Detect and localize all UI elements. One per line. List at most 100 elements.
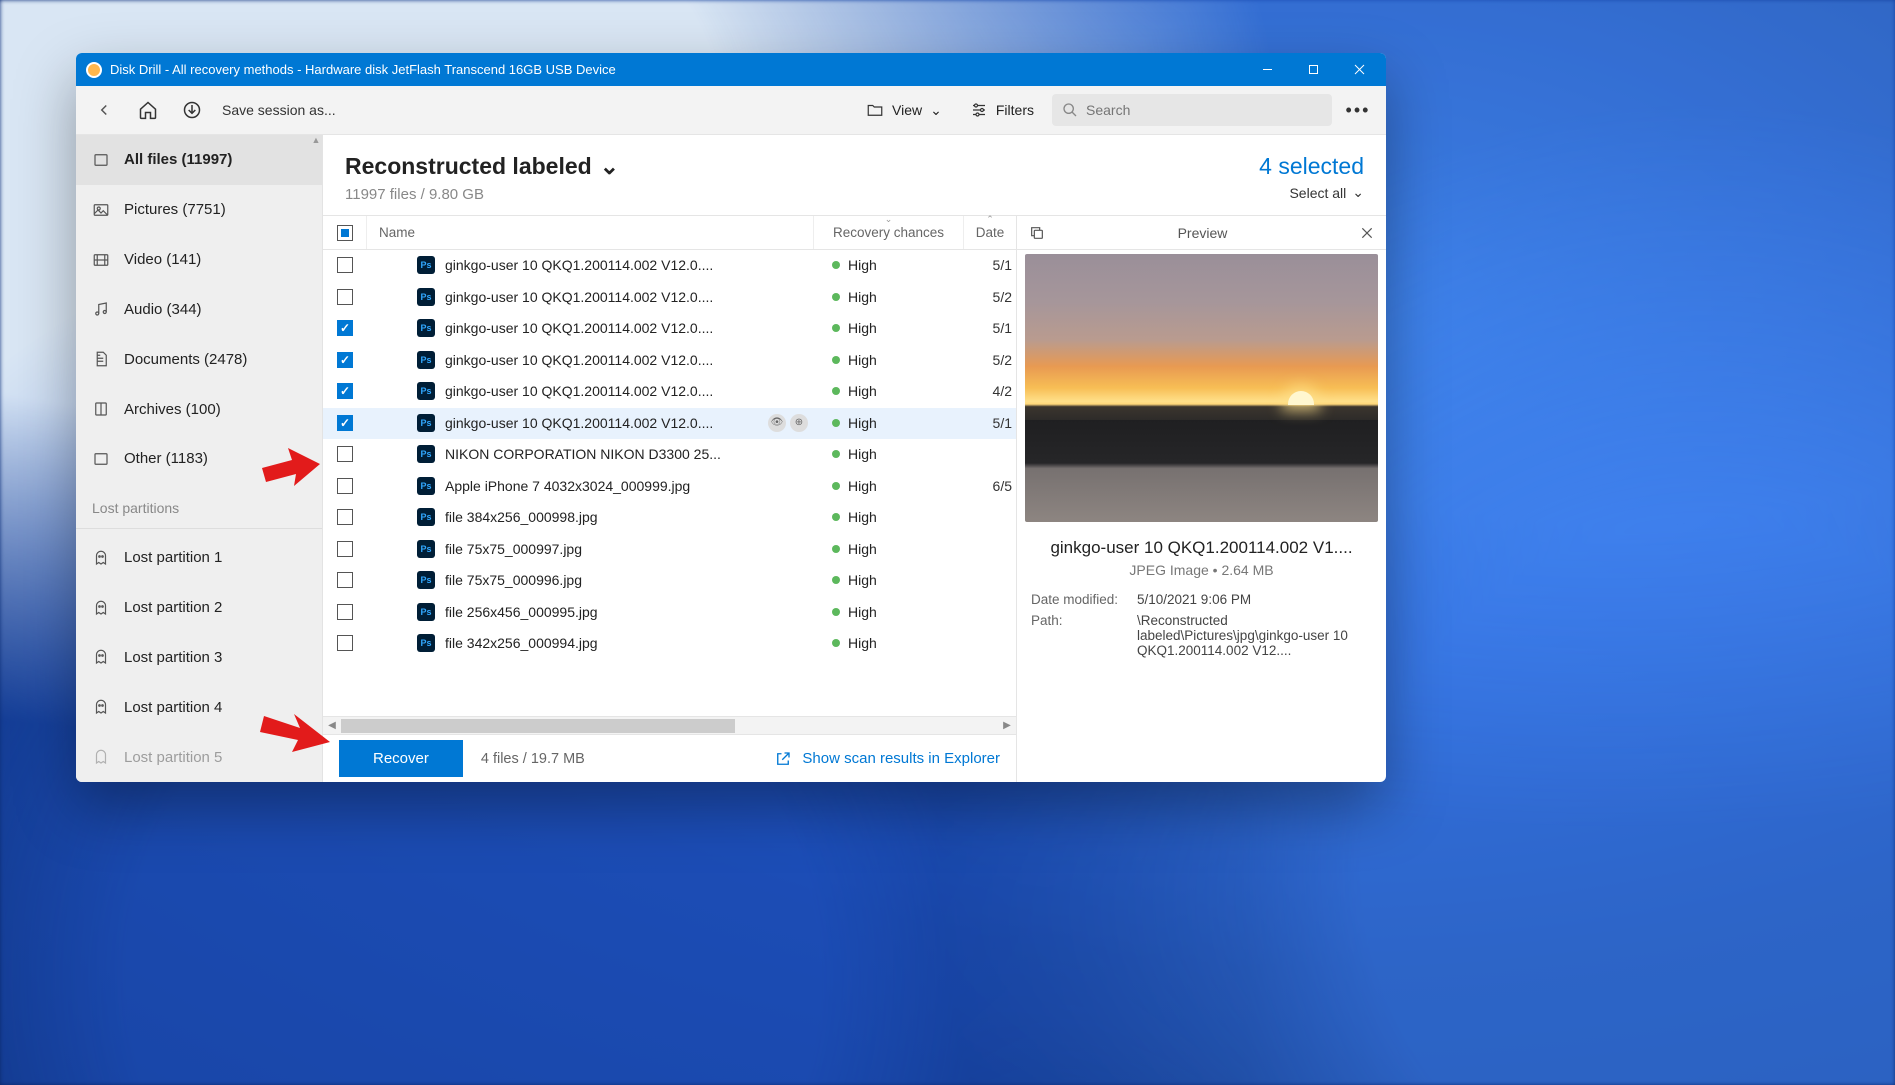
row-checkbox[interactable]: [337, 635, 353, 651]
sidebar-item-lost-partition-2[interactable]: Lost partition 2: [76, 583, 322, 633]
photoshop-file-icon: Ps: [417, 319, 435, 337]
search-box[interactable]: [1052, 94, 1332, 126]
table-row[interactable]: Psginkgo-user 10 QKQ1.200114.002 V12.0..…: [323, 250, 1016, 282]
recovery-label: High: [848, 446, 877, 462]
scroll-left-icon[interactable]: ◀: [323, 720, 341, 731]
pictures-icon: [92, 201, 110, 219]
table-row[interactable]: Ps Apple iPhone 7 4032x3024_000999.jpg Hig…: [323, 471, 1016, 503]
table-row[interactable]: Psginkgo-user 10 QKQ1.200114.002 V12.0..…: [323, 345, 1016, 377]
sidebar-item-lost-partition-3[interactable]: Lost partition 3: [76, 632, 322, 682]
recovery-dot-icon: [832, 576, 840, 584]
sidebar-item-lost-partition-4[interactable]: Lost partition 4: [76, 682, 322, 732]
row-checkbox[interactable]: [337, 604, 353, 620]
preview-detail-row: Path:\Reconstructed labeled\Pictures\jpg…: [1031, 613, 1372, 658]
table-row[interactable]: Psginkgo-user 10 QKQ1.200114.002 V12.0..…: [323, 408, 1016, 440]
sidebar-item-audio[interactable]: Audio (344): [76, 284, 322, 334]
sidebar-item-documents[interactable]: Documents (2478): [76, 334, 322, 384]
recovery-label: High: [848, 352, 877, 368]
sidebar-item-other[interactable]: Other (1183): [76, 434, 322, 484]
row-checkbox[interactable]: [337, 572, 353, 588]
recovery-label: High: [848, 478, 877, 494]
table-row[interactable]: Psfile 75x75_000997.jpgHigh: [323, 534, 1016, 566]
column-header-date[interactable]: ⌃ Date: [964, 216, 1016, 249]
save-session-icon[interactable]: [174, 92, 210, 128]
view-dropdown[interactable]: View ⌄: [856, 95, 952, 125]
sidebar-item-video[interactable]: Video (141): [76, 235, 322, 285]
row-checkbox[interactable]: [337, 509, 353, 525]
file-name: Apple iPhone 7 4032x3024_000999.jpg: [445, 478, 690, 494]
table-row[interactable]: Psfile 256x456_000995.jpgHigh: [323, 597, 1016, 629]
table-body: Psginkgo-user 10 QKQ1.200114.002 V12.0..…: [323, 250, 1016, 716]
recovery-dot-icon: [832, 450, 840, 458]
show-in-explorer-link[interactable]: Show scan results in Explorer: [774, 750, 1000, 768]
sidebar-item-lost-partition-1[interactable]: Lost partition 1: [76, 533, 322, 583]
row-checkbox[interactable]: [337, 478, 353, 494]
row-checkbox[interactable]: [337, 415, 353, 431]
scrollbar-thumb[interactable]: [341, 719, 735, 733]
sidebar-scroll-up[interactable]: ▲: [310, 135, 322, 165]
date-cell: 5/2: [964, 352, 1016, 368]
sidebar-item-all-files[interactable]: All files (11997): [76, 135, 322, 185]
row-checkbox[interactable]: [337, 289, 353, 305]
date-cell: 5/2: [964, 289, 1016, 305]
select-all-checkbox[interactable]: [323, 216, 367, 249]
row-checkbox[interactable]: [337, 446, 353, 462]
row-checkbox[interactable]: [337, 352, 353, 368]
recovery-label: High: [848, 572, 877, 588]
close-preview-button[interactable]: [1360, 226, 1374, 240]
home-button[interactable]: [130, 92, 166, 128]
table-row[interactable]: Psginkgo-user 10 QKQ1.200114.002 V12.0..…: [323, 313, 1016, 345]
table-row[interactable]: Psfile 384x256_000998.jpgHigh: [323, 502, 1016, 534]
recovery-dot-icon: [832, 261, 840, 269]
recovery-label: High: [848, 383, 877, 399]
row-checkbox[interactable]: [337, 541, 353, 557]
table-row[interactable]: Psginkgo-user 10 QKQ1.200114.002 V12.0..…: [323, 282, 1016, 314]
recovery-dot-icon: [832, 513, 840, 521]
minimize-button[interactable]: [1244, 53, 1290, 86]
table-row[interactable]: Psginkgo-user 10 QKQ1.200114.002 V12.0..…: [323, 376, 1016, 408]
selected-count: 4 selected: [1259, 153, 1364, 180]
recovery-label: High: [848, 635, 877, 651]
maximize-button[interactable]: [1290, 53, 1336, 86]
preview-action-icon[interactable]: 👁: [768, 414, 786, 432]
file-count-summary: 11997 files / 9.80 GB: [345, 186, 619, 203]
recover-button[interactable]: Recover: [339, 740, 463, 777]
close-button[interactable]: [1336, 53, 1382, 86]
ghost-icon: [92, 648, 110, 666]
file-name: NIKON CORPORATION NIKON D3300 25...: [445, 446, 721, 462]
more-button[interactable]: •••: [1340, 100, 1376, 121]
copy-icon[interactable]: [1029, 225, 1045, 241]
select-all-button[interactable]: Select all ⌄: [1259, 184, 1364, 201]
column-header-name[interactable]: Name: [367, 216, 814, 249]
row-checkbox[interactable]: [337, 320, 353, 336]
recovery-label: High: [848, 509, 877, 525]
table-row[interactable]: PsNIKON CORPORATION NIKON D3300 25...Hig…: [323, 439, 1016, 471]
column-header-recovery[interactable]: ⌄ Recovery chances: [814, 216, 964, 249]
back-button[interactable]: [86, 92, 122, 128]
date-cell: 6/5: [964, 478, 1016, 494]
sidebar-item-archives[interactable]: Archives (100): [76, 384, 322, 434]
video-icon: [92, 251, 110, 269]
sidebar-item-label: Lost partition 1: [124, 549, 222, 566]
titlebar: Disk Drill - All recovery methods - Hard…: [76, 53, 1386, 86]
chevron-down-icon: ⌄: [600, 153, 619, 180]
recovery-dot-icon: [832, 482, 840, 490]
breadcrumb-dropdown[interactable]: Reconstructed labeled ⌄: [345, 153, 619, 180]
scroll-right-icon[interactable]: ▶: [998, 720, 1016, 731]
search-input[interactable]: [1086, 102, 1322, 118]
table-row[interactable]: Psfile 75x75_000996.jpgHigh: [323, 565, 1016, 597]
table-row[interactable]: Psfile 342x256_000994.jpgHigh: [323, 628, 1016, 660]
app-icon: [86, 62, 102, 78]
row-checkbox[interactable]: [337, 383, 353, 399]
page-title: Reconstructed labeled: [345, 153, 592, 180]
horizontal-scrollbar[interactable]: ◀ ▶: [323, 716, 1016, 734]
external-link-icon: [774, 750, 792, 768]
sidebar-item-pictures[interactable]: Pictures (7751): [76, 185, 322, 235]
row-checkbox[interactable]: [337, 257, 353, 273]
photoshop-file-icon: Ps: [417, 477, 435, 495]
sidebar-item-lost-partition-5[interactable]: Lost partition 5: [76, 732, 322, 782]
hex-action-icon[interactable]: ⊕: [790, 414, 808, 432]
save-session-label[interactable]: Save session as...: [222, 102, 336, 118]
file-name: file 384x256_000998.jpg: [445, 509, 598, 525]
filters-button[interactable]: Filters: [960, 95, 1044, 125]
